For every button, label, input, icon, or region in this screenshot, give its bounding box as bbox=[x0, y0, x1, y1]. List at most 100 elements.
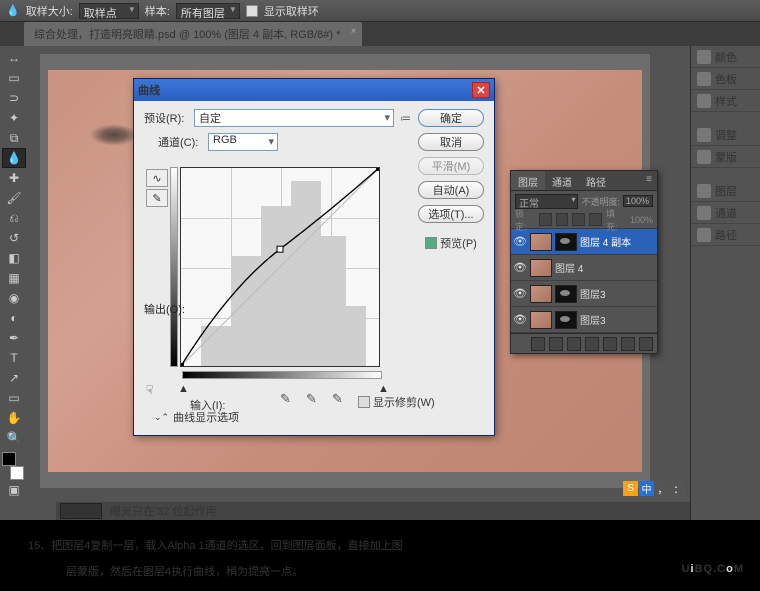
panel-masks[interactable]: 蒙版 bbox=[691, 146, 760, 168]
ime-indicator[interactable]: S 中 ， ： bbox=[623, 481, 686, 496]
close-button[interactable]: ✕ bbox=[472, 82, 490, 98]
link-icon[interactable] bbox=[531, 337, 545, 351]
layer-name[interactable]: 图层3 bbox=[580, 312, 655, 327]
layer-thumbnail[interactable] bbox=[530, 311, 552, 329]
mask-icon[interactable] bbox=[567, 337, 581, 351]
wand-tool[interactable]: ✦ bbox=[2, 108, 26, 128]
lock-position-icon[interactable] bbox=[572, 213, 585, 226]
move-tool[interactable]: ↔ bbox=[2, 48, 26, 68]
panel-layers[interactable]: 图层 bbox=[691, 180, 760, 202]
quickmask-tool[interactable]: ▣ bbox=[2, 480, 26, 500]
fill-value[interactable]: 100% bbox=[630, 215, 653, 225]
gray-eyedropper-icon[interactable]: ✎ bbox=[306, 391, 322, 407]
layer-row[interactable]: 👁 图层 4 bbox=[511, 255, 657, 281]
visibility-icon[interactable]: 👁 bbox=[513, 261, 527, 275]
cancel-button[interactable]: 取消 bbox=[418, 133, 484, 151]
white-point-slider[interactable]: ▲ bbox=[378, 383, 390, 391]
lock-all-icon[interactable] bbox=[589, 213, 602, 226]
layer-thumbnail[interactable] bbox=[530, 259, 552, 277]
layer-name[interactable]: 图层 4 副本 bbox=[580, 234, 655, 249]
trash-icon[interactable] bbox=[639, 337, 653, 351]
close-icon[interactable]: × bbox=[351, 26, 357, 37]
history-brush-tool[interactable]: ↺ bbox=[2, 228, 26, 248]
curve-line[interactable] bbox=[181, 168, 379, 366]
dialog-titlebar[interactable]: 曲线 ✕ bbox=[134, 79, 494, 101]
fx-icon[interactable] bbox=[549, 337, 563, 351]
hand-icon[interactable]: ☟ bbox=[146, 383, 153, 397]
curve-grid[interactable] bbox=[180, 167, 380, 367]
preset-menu-icon[interactable]: ≔ bbox=[400, 112, 411, 125]
tab-paths[interactable]: 路径 bbox=[579, 171, 613, 190]
sample-scope-select[interactable]: 所有图层 bbox=[176, 3, 240, 19]
blend-mode-select[interactable]: 正常 bbox=[515, 194, 578, 209]
channel-select[interactable]: RGB bbox=[208, 133, 278, 151]
auto-button[interactable]: 自动(A) bbox=[418, 181, 484, 199]
mask-thumbnail[interactable] bbox=[555, 285, 577, 303]
ok-button[interactable]: 确定 bbox=[418, 109, 484, 127]
layer-thumbnail[interactable] bbox=[530, 233, 552, 251]
show-clipping-checkbox[interactable] bbox=[358, 396, 370, 408]
new-layer-icon[interactable] bbox=[621, 337, 635, 351]
black-eyedropper-icon[interactable]: ✎ bbox=[280, 391, 296, 407]
visibility-icon[interactable]: 👁 bbox=[513, 235, 527, 249]
heal-tool[interactable]: ✚ bbox=[2, 168, 26, 188]
layer-name[interactable]: 图层3 bbox=[580, 286, 655, 301]
show-ring-checkbox[interactable] bbox=[246, 5, 258, 17]
white-eyedropper-icon[interactable]: ✎ bbox=[332, 391, 348, 407]
visibility-icon[interactable]: 👁 bbox=[513, 287, 527, 301]
black-point-slider[interactable]: ▲ bbox=[178, 383, 190, 391]
color-swatches[interactable] bbox=[2, 452, 26, 480]
preset-select[interactable]: 自定 bbox=[194, 109, 394, 127]
smooth-button[interactable]: 平滑(M) bbox=[418, 157, 484, 175]
layer-name[interactable]: 图层 4 bbox=[555, 260, 655, 275]
stamp-tool[interactable]: ⎌ bbox=[2, 208, 26, 228]
draw-curve-tool[interactable]: ✎ bbox=[146, 189, 168, 207]
mask-thumbnail[interactable] bbox=[555, 233, 577, 251]
panel-styles[interactable]: 样式 bbox=[691, 90, 760, 112]
zoom-tool[interactable]: 🔍 bbox=[2, 428, 26, 448]
blur-tool[interactable]: ◉ bbox=[2, 288, 26, 308]
background-color[interactable] bbox=[10, 466, 24, 480]
foreground-color[interactable] bbox=[2, 452, 16, 466]
panel-swatches[interactable]: 色板 bbox=[691, 68, 760, 90]
lock-transparency-icon[interactable] bbox=[539, 213, 552, 226]
point-curve-tool[interactable]: ∿ bbox=[146, 169, 168, 187]
adjustment-icon[interactable] bbox=[585, 337, 599, 351]
eyedropper-tool[interactable]: 💧 bbox=[2, 148, 26, 168]
layer-row[interactable]: 👁 图层3 bbox=[511, 307, 657, 333]
panel-adjustments[interactable]: 调整 bbox=[691, 124, 760, 146]
display-options-toggle[interactable]: ⌄⌃ 曲线显示选项 bbox=[154, 409, 239, 425]
layer-thumbnail[interactable] bbox=[530, 285, 552, 303]
brush-tool[interactable]: 🖌 bbox=[2, 188, 26, 208]
pen-tool[interactable]: ✒ bbox=[2, 328, 26, 348]
layer-list: 👁 图层 4 副本 👁 图层 4 👁 图层3 👁 图层3 bbox=[511, 229, 657, 333]
panel-paths[interactable]: 路径 bbox=[691, 224, 760, 246]
panel-channels[interactable]: 通道 bbox=[691, 202, 760, 224]
tab-layers[interactable]: 图层 bbox=[511, 171, 545, 190]
eraser-tool[interactable]: ◧ bbox=[2, 248, 26, 268]
panel-menu-icon[interactable]: ≡ bbox=[641, 171, 657, 190]
shape-tool[interactable]: ▭ bbox=[2, 388, 26, 408]
opacity-value[interactable]: 100% bbox=[623, 195, 653, 207]
layer-row[interactable]: 👁 图层 4 副本 bbox=[511, 229, 657, 255]
panel-color[interactable]: 颜色 bbox=[691, 46, 760, 68]
preview-checkbox[interactable] bbox=[425, 237, 437, 249]
mask-thumbnail[interactable] bbox=[555, 311, 577, 329]
type-tool[interactable]: T bbox=[2, 348, 26, 368]
lasso-tool[interactable]: ⊃ bbox=[2, 88, 26, 108]
marquee-tool[interactable]: ▭ bbox=[2, 68, 26, 88]
path-tool[interactable]: ↗ bbox=[2, 368, 26, 388]
group-icon[interactable] bbox=[603, 337, 617, 351]
document-tab[interactable]: 综合处理，打造明亮眼睛.psd @ 100% (图层 4 副本, RGB/8#)… bbox=[24, 22, 362, 46]
visibility-icon[interactable]: 👁 bbox=[513, 313, 527, 327]
crop-tool[interactable]: ⧉ bbox=[2, 128, 26, 148]
hand-tool[interactable]: ✋ bbox=[2, 408, 26, 428]
sample-size-select[interactable]: 取样点 bbox=[79, 3, 139, 19]
gradient-tool[interactable]: ▦ bbox=[2, 268, 26, 288]
zoom-level[interactable]: 100% bbox=[60, 503, 102, 519]
options-button[interactable]: 选项(T)... bbox=[418, 205, 484, 223]
layer-row[interactable]: 👁 图层3 bbox=[511, 281, 657, 307]
tab-channels[interactable]: 通道 bbox=[545, 171, 579, 190]
dodge-tool[interactable]: ◐ bbox=[2, 308, 26, 328]
lock-pixels-icon[interactable] bbox=[556, 213, 569, 226]
